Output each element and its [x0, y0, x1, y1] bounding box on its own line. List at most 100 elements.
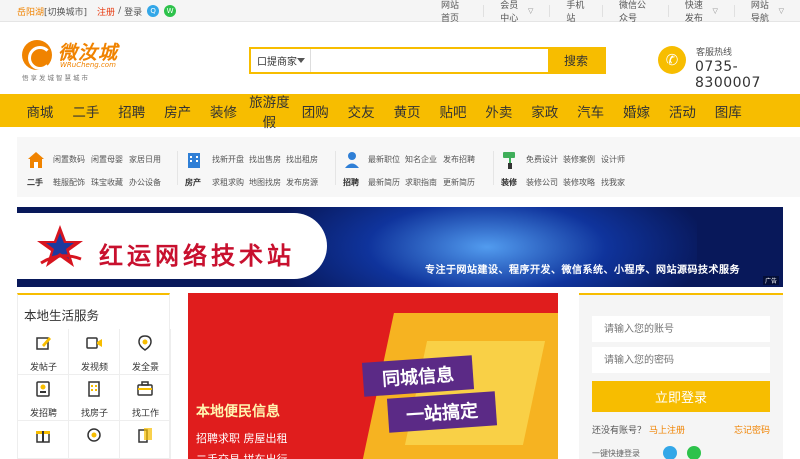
nav-item[interactable]: 商城	[17, 101, 63, 121]
nav-item[interactable]: 家政	[522, 101, 568, 121]
service-item[interactable]	[18, 421, 69, 459]
category-link[interactable]: 闲置母婴	[91, 154, 123, 165]
top-link[interactable]: 网站导航 ▽	[733, 1, 800, 24]
category-label[interactable]: 招聘	[343, 177, 359, 188]
register-now-link[interactable]: 马上注册	[649, 423, 685, 436]
nav-item[interactable]: 活动	[659, 101, 705, 121]
nav-item[interactable]: 贴吧	[430, 101, 476, 121]
nav-item[interactable]: 汽车	[568, 101, 614, 121]
service-item[interactable]: 发招聘	[18, 375, 69, 421]
chevron-down-icon: ▽	[778, 7, 785, 15]
forgot-password-link[interactable]: 忘记密码	[734, 423, 770, 436]
service-item[interactable]: 找房子	[69, 375, 120, 421]
nav-item[interactable]: 装修	[201, 101, 247, 121]
nav-item[interactable]: 图库	[705, 101, 751, 121]
search-category-select[interactable]: 口提商家	[251, 49, 311, 72]
switch-city-link[interactable]: [切换城市]	[44, 5, 87, 18]
person-icon[interactable]	[343, 151, 361, 169]
nav-item[interactable]: 黄页	[384, 101, 430, 121]
nav-item[interactable]: 二手	[63, 101, 109, 121]
service-label: 发招聘	[29, 409, 57, 419]
service-item[interactable]	[69, 421, 120, 459]
category-link[interactable]: 最新简历	[368, 177, 400, 188]
category-link[interactable]: 最新职位	[368, 154, 400, 165]
location-icon	[137, 335, 153, 351]
category-link[interactable]: 免费设计	[526, 154, 558, 165]
nav-item[interactable]: 婚嫁	[614, 101, 660, 121]
category-link[interactable]: 知名企业	[405, 154, 437, 165]
paint-roller-icon[interactable]	[501, 151, 519, 169]
ad-label: 广告	[762, 276, 779, 285]
login-link[interactable]: 登录	[124, 5, 142, 18]
nav-item[interactable]: 旅游度假	[246, 91, 292, 131]
hotline: ✆ 客服热线 0735-8300007	[658, 44, 793, 91]
service-item[interactable]: 发全景	[120, 329, 171, 375]
wechat-login-icon[interactable]: W	[164, 5, 177, 17]
top-link[interactable]: 手机站	[549, 1, 602, 24]
category-link[interactable]: 装修攻略	[563, 177, 595, 188]
site-logo[interactable]: 微汝城 WRuCheng.com 悟享发城智慧城市	[20, 38, 160, 82]
category-label[interactable]: 二手	[27, 177, 43, 188]
nav-item[interactable]: 团购	[292, 101, 338, 121]
category-group-2: 招聘 最新职位 知名企业 发布招聘最新简历 求职指南 更新简历	[343, 137, 503, 197]
top-link[interactable]: 会员中心 ▽	[483, 1, 549, 24]
top-link-label: 网站首页	[441, 1, 460, 24]
category-link[interactable]: 找新开盘	[212, 154, 244, 165]
category-link[interactable]: 装修公司	[526, 177, 558, 188]
top-link-label: 微信公众号	[619, 1, 647, 24]
wechat-quick-login-icon[interactable]	[687, 446, 701, 459]
category-link[interactable]: 地图找房	[249, 177, 281, 188]
category-link[interactable]: 鞋服配饰	[53, 177, 85, 188]
banner-title: 红运网络技术站	[99, 241, 295, 270]
top-link[interactable]: 网站首页	[425, 1, 483, 24]
nav-item[interactable]: 房产	[155, 101, 201, 121]
category-group-3: 装修 免费设计 装修案例 设计师装修公司 装修攻略 找我家	[501, 137, 661, 197]
service-item[interactable]	[120, 421, 171, 459]
nav-item[interactable]: 外卖	[476, 101, 522, 121]
category-link[interactable]: 求租求购	[212, 177, 244, 188]
category-link[interactable]: 找出租房	[286, 154, 318, 165]
promo-image[interactable]: 同城信息 一站搞定 本地便民信息 招聘求职 房屋出租 二手交易 拼车出行	[188, 293, 558, 459]
service-item[interactable]: 发视频	[69, 329, 120, 375]
password-input[interactable]	[592, 347, 770, 373]
category-link[interactable]: 闲置数码	[53, 154, 85, 165]
service-label: 发帖子	[29, 363, 57, 373]
qq-login-icon[interactable]: Q	[147, 5, 160, 17]
register-link[interactable]: 注册	[97, 5, 115, 18]
ad-banner[interactable]: 红运网络技术站 专注于网站建设、程序开发、微信系统、小程序、网站源码技术服务 广…	[17, 207, 783, 287]
category-link[interactable]: 设计师	[601, 154, 625, 165]
camera-icon	[86, 427, 102, 443]
qq-quick-login-icon[interactable]	[663, 446, 677, 459]
category-link[interactable]: 珠宝收藏	[91, 177, 123, 188]
category-link[interactable]: 家居日用	[129, 154, 161, 165]
top-link[interactable]: 微信公众号	[602, 1, 668, 24]
nav-item[interactable]: 交友	[338, 101, 384, 121]
current-city[interactable]: 岳阳湖	[17, 5, 44, 18]
house-icon[interactable]	[27, 151, 45, 169]
search-category-label: 口提商家	[257, 57, 297, 68]
search-button[interactable]: 搜索	[548, 49, 604, 72]
category-link[interactable]: 更新简历	[443, 177, 475, 188]
category-link[interactable]: 装修案例	[563, 154, 595, 165]
no-account-text: 还没有账号？	[592, 426, 647, 436]
service-item[interactable]: 找工作	[120, 375, 171, 421]
category-group-0: 二手 闲置数码 闲置母婴 家居日用鞋服配饰 珠宝收藏 办公设备	[27, 137, 187, 197]
category-link[interactable]: 找出售房	[249, 154, 281, 165]
category-label[interactable]: 装修	[501, 177, 517, 188]
login-button[interactable]: 立即登录	[592, 381, 770, 412]
nav-item[interactable]: 招聘	[109, 101, 155, 121]
category-link[interactable]: 发布招聘	[443, 154, 475, 165]
category-link[interactable]: 找我家	[601, 177, 625, 188]
divider	[335, 151, 336, 185]
category-link[interactable]: 发布房源	[286, 177, 318, 188]
top-link[interactable]: 快速发布 ▽	[667, 1, 734, 24]
account-input[interactable]	[592, 316, 770, 342]
top-bar-left: 岳阳湖 [切换城市] 注册 / 登录 Q W	[17, 0, 177, 22]
service-item[interactable]: 发帖子	[18, 329, 69, 375]
logo-mark-icon	[22, 40, 52, 70]
category-link[interactable]: 办公设备	[129, 177, 161, 188]
category-label[interactable]: 房产	[185, 177, 201, 188]
search-input[interactable]	[311, 49, 548, 72]
building-icon[interactable]	[185, 151, 203, 169]
category-link[interactable]: 求职指南	[405, 177, 437, 188]
